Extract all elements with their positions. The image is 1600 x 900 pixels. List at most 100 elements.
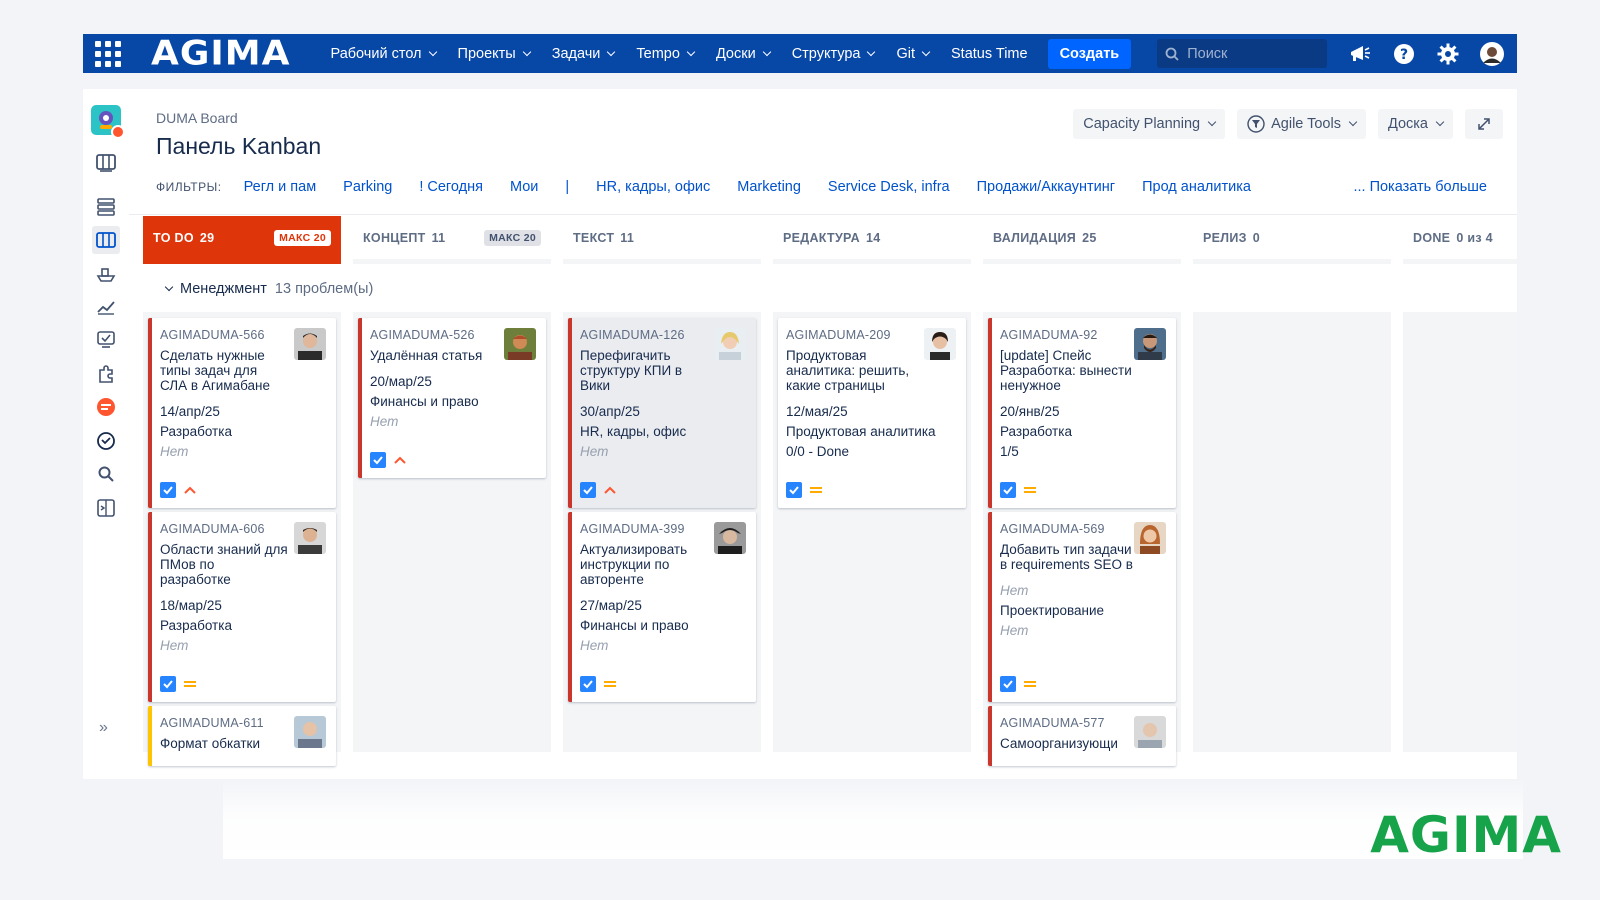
reports-icon[interactable] — [92, 293, 120, 321]
search-box[interactable] — [1157, 39, 1328, 68]
board-icon[interactable] — [92, 149, 120, 177]
nav-status-time[interactable]: Status Time — [951, 46, 1028, 62]
column-release — [1193, 312, 1391, 752]
backlog-icon[interactable] — [92, 193, 120, 221]
releases-icon[interactable] — [92, 260, 120, 288]
project-sidebar: » — [83, 89, 129, 779]
issue-summary: Перефигачить структуру КПИ в Вики — [580, 348, 683, 393]
filter-service-desk[interactable]: Service Desk, infra — [828, 179, 950, 195]
issue-card[interactable]: AGIMADUMA-577 Самоорганизующи — [988, 706, 1176, 766]
column-count: 0 — [1252, 230, 1261, 245]
show-more-filters[interactable]: ... Показать больше — [1353, 179, 1487, 195]
filter-sales[interactable]: Продажи/Аккаунтинг — [977, 179, 1115, 195]
issue-card[interactable]: AGIMADUMA-126 Перефигачить структуру КПИ… — [568, 318, 756, 508]
card-footer — [1000, 482, 1037, 498]
assignee-avatar[interactable] — [294, 522, 326, 554]
clock-icon[interactable] — [92, 427, 120, 455]
column-header-text[interactable]: ТЕКСТ 11 — [563, 216, 761, 264]
nav-git[interactable]: Git — [896, 46, 931, 62]
shortcut-icon[interactable] — [92, 494, 120, 522]
user-avatar[interactable] — [1479, 41, 1505, 67]
priority-medium-icon — [810, 487, 822, 493]
nav-tempo[interactable]: Tempo — [636, 46, 696, 62]
issue-card[interactable]: AGIMADUMA-606 Области знаний для ПМов по… — [148, 512, 336, 702]
addons-icon[interactable] — [92, 360, 120, 388]
search-icon[interactable] — [92, 460, 120, 488]
quick-filters: ФИЛЬТРЫ: Регл и пам Parking ! Сегодня Мо… — [156, 179, 1487, 195]
filters-label: ФИЛЬТРЫ: — [156, 180, 222, 194]
issue-card[interactable]: AGIMADUMA-92 [update] Спейс Разработка: … — [988, 318, 1176, 508]
breadcrumb[interactable]: DUMA Board — [156, 110, 238, 126]
pages-icon[interactable] — [92, 326, 120, 354]
agile-tools-button[interactable]: Agile Tools — [1237, 109, 1366, 139]
column-header-concept[interactable]: КОНЦЕПТ 11 МАКС 20 — [353, 216, 551, 264]
swimlane-toggle[interactable]: Менеджмент 13 проблем(ы) — [163, 281, 373, 297]
issue-card[interactable]: AGIMADUMA-611 Формат обкатки — [148, 706, 336, 766]
task-type-icon — [1000, 676, 1016, 692]
priority-medium-icon — [184, 681, 196, 687]
issue-card[interactable]: AGIMADUMA-399 Актуализировать инструкции… — [568, 512, 756, 702]
filter-marketing[interactable]: Marketing — [737, 179, 801, 195]
gear-icon[interactable] — [1435, 41, 1461, 67]
board-panel: » DUMA Board Панель Kanban Capacity Plan… — [83, 89, 1523, 859]
fullscreen-button[interactable] — [1465, 109, 1503, 139]
chevron-down-icon — [164, 282, 174, 292]
column-header-editing[interactable]: РЕДАКТУРА 14 — [773, 216, 971, 264]
nav-structure[interactable]: Структура — [792, 46, 876, 62]
task-type-icon — [580, 676, 596, 692]
filter-hr[interactable]: HR, кадры, офис — [596, 179, 710, 195]
column-name: КОНЦЕПТ — [363, 230, 426, 245]
card-footer — [786, 482, 823, 498]
search-icon — [1165, 47, 1179, 61]
agima-logo[interactable]: AGIMA — [151, 36, 291, 70]
kanban-icon[interactable] — [92, 226, 120, 254]
issue-extra-field: Нет — [580, 444, 609, 459]
timer-app-icon[interactable] — [92, 393, 120, 421]
issue-extra-field: Нет — [160, 444, 189, 459]
assignee-avatar[interactable] — [1134, 716, 1166, 748]
issue-due-date: 30/апр/25 — [580, 404, 640, 419]
assignee-avatar[interactable] — [294, 716, 326, 748]
filter-mine[interactable]: Мои — [510, 179, 538, 195]
issue-card[interactable]: AGIMADUMA-569 Добавить тип задачи в requ… — [988, 512, 1176, 702]
issue-card[interactable]: AGIMADUMA-209 Продуктовая аналитика: реш… — [778, 318, 966, 508]
nav-label: Задачи — [551, 45, 601, 62]
nav-issues[interactable]: Задачи — [551, 45, 616, 62]
assignee-avatar[interactable] — [1134, 328, 1166, 360]
create-button[interactable]: Создать — [1047, 38, 1132, 69]
capacity-planning-button[interactable]: Capacity Planning — [1073, 109, 1226, 139]
help-icon[interactable]: ? — [1391, 41, 1417, 67]
megaphone-icon[interactable] — [1347, 41, 1373, 67]
project-avatar[interactable] — [91, 105, 125, 139]
column-header-release[interactable]: РЕЛИЗ 0 — [1193, 216, 1391, 264]
board-menu-button[interactable]: Доска — [1377, 109, 1453, 139]
column-header-validation[interactable]: ВАЛИДАЦИЯ 25 — [983, 216, 1181, 264]
column-header-done[interactable]: DONE 0 из 4 — [1403, 216, 1517, 264]
assignee-avatar[interactable] — [294, 328, 326, 360]
filter-regl[interactable]: Регл и пам — [244, 179, 317, 195]
nav-projects[interactable]: Проекты — [458, 46, 531, 62]
assignee-avatar[interactable] — [504, 328, 536, 360]
issue-card[interactable]: AGIMADUMA-526 Удалённая статья 20/мар/25… — [358, 318, 546, 478]
expand-sidebar-icon[interactable]: » — [99, 719, 108, 737]
assignee-avatar[interactable] — [924, 328, 956, 360]
issue-due-date: 14/апр/25 — [160, 404, 220, 419]
issue-summary: Сделать нужные типы задач для СЛА в Агим… — [160, 348, 270, 393]
assignee-avatar[interactable] — [714, 522, 746, 554]
issue-extra-field: Нет — [160, 638, 189, 653]
assignee-avatar[interactable] — [714, 328, 746, 360]
issue-summary: Удалённая статья — [370, 348, 483, 363]
filter-today[interactable]: ! Сегодня — [419, 179, 483, 195]
priority-medium-icon — [604, 681, 616, 687]
filter-prod-analytics[interactable]: Прод аналитика — [1142, 179, 1251, 195]
filter-parking[interactable]: Parking — [343, 179, 392, 195]
issue-extra-field: Нет — [1000, 623, 1029, 638]
app-switcher-icon[interactable] — [95, 40, 121, 67]
search-input[interactable] — [1187, 45, 1318, 62]
issue-card[interactable]: AGIMADUMA-566 Сделать нужные типы задач … — [148, 318, 336, 508]
column-header-todo[interactable]: TO DO 29 МАКС 20 — [143, 216, 341, 264]
issue-summary: Актуализировать инструкции по авторенте — [580, 542, 688, 587]
nav-boards[interactable]: Доски — [716, 46, 771, 62]
assignee-avatar[interactable] — [1134, 522, 1166, 554]
nav-dashboard[interactable]: Рабочий стол — [331, 46, 437, 62]
